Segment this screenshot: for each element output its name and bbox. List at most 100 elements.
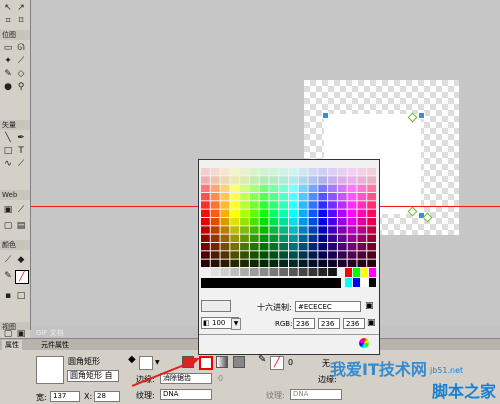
- color-swatch[interactable]: [249, 218, 259, 226]
- color-swatch[interactable]: [210, 176, 220, 184]
- color-swatch[interactable]: [289, 168, 298, 176]
- color-swatch[interactable]: [230, 243, 240, 251]
- color-swatch[interactable]: [201, 168, 210, 176]
- color-swatch[interactable]: [210, 234, 220, 242]
- color-swatch[interactable]: [318, 184, 328, 192]
- color-swatch[interactable]: [220, 209, 230, 217]
- color-swatch[interactable]: [337, 168, 347, 176]
- primary-swatch[interactable]: [353, 268, 360, 277]
- color-swatch[interactable]: [347, 201, 357, 209]
- color-swatch[interactable]: [220, 234, 230, 242]
- color-swatch[interactable]: [289, 218, 298, 226]
- color-swatch[interactable]: [308, 234, 318, 242]
- color-swatch[interactable]: [298, 226, 308, 234]
- color-swatch[interactable]: [337, 251, 347, 259]
- gray-swatch[interactable]: [269, 268, 279, 276]
- gray-swatch[interactable]: [328, 268, 337, 276]
- text-icon[interactable]: T: [15, 145, 27, 157]
- color-swatch[interactable]: [240, 176, 249, 184]
- color-swatch[interactable]: [240, 243, 249, 251]
- color-swatch[interactable]: [220, 201, 230, 209]
- color-swatch[interactable]: [269, 218, 279, 226]
- color-swatch[interactable]: [210, 226, 220, 234]
- color-swatch[interactable]: [308, 193, 318, 201]
- color-swatch[interactable]: [201, 243, 210, 251]
- color-swatch[interactable]: [318, 201, 328, 209]
- color-swatch[interactable]: [210, 184, 220, 192]
- color-swatch[interactable]: [259, 226, 269, 234]
- color-swatch[interactable]: [328, 209, 337, 217]
- color-swatch[interactable]: [289, 184, 298, 192]
- color-swatch[interactable]: [240, 259, 249, 267]
- color-swatch[interactable]: [367, 234, 376, 242]
- color-swatch[interactable]: [279, 201, 288, 209]
- color-swatch[interactable]: [240, 234, 249, 242]
- color-swatch[interactable]: [220, 184, 230, 192]
- color-swatch[interactable]: [367, 218, 376, 226]
- color-swatch[interactable]: [249, 251, 259, 259]
- color-swatch[interactable]: [269, 184, 279, 192]
- color-swatch[interactable]: [289, 201, 298, 209]
- color-swatch[interactable]: [249, 226, 259, 234]
- color-swatch[interactable]: [347, 234, 357, 242]
- color-swatch[interactable]: [230, 193, 240, 201]
- texture-select[interactable]: DNA: [160, 389, 212, 400]
- color-swatch[interactable]: [347, 184, 357, 192]
- color-system-icon[interactable]: ▣: [365, 301, 374, 311]
- color-swatch[interactable]: [230, 259, 240, 267]
- gray-swatch[interactable]: [210, 268, 220, 276]
- color-swatch[interactable]: [298, 218, 308, 226]
- color-swatch[interactable]: [259, 201, 269, 209]
- color-swatch[interactable]: [337, 201, 347, 209]
- select-icon[interactable]: ↖: [2, 2, 14, 14]
- color-swatch[interactable]: [318, 176, 328, 184]
- color-swatch[interactable]: [279, 193, 288, 201]
- color-swatch[interactable]: [357, 168, 367, 176]
- color-swatch[interactable]: [289, 251, 298, 259]
- color-swatch[interactable]: [318, 168, 328, 176]
- color-swatch[interactable]: [201, 226, 210, 234]
- knife-icon[interactable]: ⟋: [15, 158, 27, 170]
- rectangle-icon[interactable]: □: [2, 145, 14, 157]
- primary-swatch[interactable]: [345, 278, 352, 287]
- eyedropper-icon[interactable]: ⟋: [2, 254, 14, 266]
- color-swatch[interactable]: [259, 218, 269, 226]
- selection-handle[interactable]: [322, 112, 329, 119]
- color-swatch[interactable]: [289, 193, 298, 201]
- gray-swatch[interactable]: [289, 268, 298, 276]
- color-swatch[interactable]: [279, 168, 288, 176]
- color-swatch[interactable]: [357, 209, 367, 217]
- tab-symbol-properties[interactable]: 元件属性: [38, 340, 72, 350]
- marquee-icon[interactable]: ▭: [2, 42, 14, 54]
- color-swatch[interactable]: [249, 234, 259, 242]
- color-swatch[interactable]: [210, 243, 220, 251]
- color-swatch[interactable]: [347, 259, 357, 267]
- color-wheel-icon[interactable]: [359, 338, 369, 348]
- lasso-icon[interactable]: ᘏ: [15, 42, 27, 54]
- color-swatch[interactable]: [249, 209, 259, 217]
- color-swatch[interactable]: [259, 251, 269, 259]
- color-swatch[interactable]: [269, 176, 279, 184]
- fill-none-button[interactable]: [199, 356, 213, 370]
- pen-icon[interactable]: ✒: [15, 132, 27, 144]
- scale-icon[interactable]: ⌗: [2, 15, 14, 27]
- color-swatch[interactable]: [230, 209, 240, 217]
- color-swatch[interactable]: [347, 243, 357, 251]
- stamp-icon[interactable]: ⚲: [15, 81, 27, 93]
- color-swatch[interactable]: [220, 251, 230, 259]
- color-swatch[interactable]: [337, 259, 347, 267]
- fill-color-swatch[interactable]: [139, 356, 153, 370]
- color-swatch[interactable]: [367, 201, 376, 209]
- color-swatch[interactable]: [269, 209, 279, 217]
- color-swatch[interactable]: [367, 176, 376, 184]
- color-swatch[interactable]: [347, 226, 357, 234]
- color-swatch[interactable]: [328, 259, 337, 267]
- color-swatch[interactable]: [367, 168, 376, 176]
- color-swatch[interactable]: [298, 243, 308, 251]
- subselect-icon[interactable]: ↗: [15, 2, 27, 14]
- chevron-down-icon[interactable]: ▼: [155, 359, 160, 366]
- color-swatch[interactable]: [318, 251, 328, 259]
- gray-swatch[interactable]: [230, 268, 240, 276]
- color-swatch[interactable]: [240, 251, 249, 259]
- color-swatch[interactable]: [337, 218, 347, 226]
